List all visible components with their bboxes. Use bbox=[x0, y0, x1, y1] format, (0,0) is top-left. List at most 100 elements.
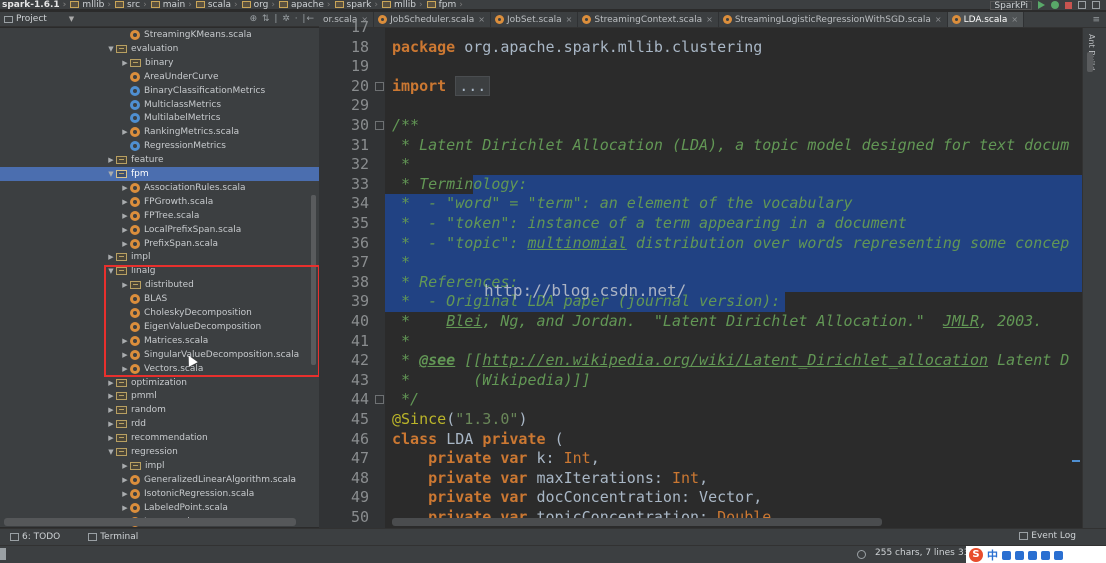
code-line[interactable]: * bbox=[392, 332, 410, 352]
editor-tab[interactable]: JobScheduler.scala × bbox=[374, 12, 491, 27]
breadcrumb-item[interactable]: main › bbox=[150, 0, 192, 9]
chevron-down-icon[interactable]: ▼ bbox=[106, 45, 116, 53]
project-structure-icon[interactable] bbox=[1078, 1, 1086, 9]
code-line[interactable]: */ bbox=[392, 390, 419, 410]
chevron-right-icon[interactable]: ▶ bbox=[120, 226, 130, 234]
breadcrumb-item[interactable]: mllib › bbox=[381, 0, 423, 9]
fold-doc-open-icon[interactable] bbox=[375, 121, 384, 130]
input-method-toolbar[interactable]: S 中 bbox=[966, 546, 1106, 563]
tree-item[interactable]: MultilabelMetrics bbox=[0, 111, 319, 125]
code-line[interactable]: * Blei, Ng, and Jordan. "Latent Dirichle… bbox=[392, 312, 1042, 332]
chevron-right-icon[interactable]: ▶ bbox=[120, 184, 130, 192]
tree-item[interactable]: RegressionMetrics bbox=[0, 139, 319, 153]
close-icon[interactable]: × bbox=[478, 15, 485, 24]
chevron-right-icon[interactable]: ▶ bbox=[120, 240, 130, 248]
breadcrumb-item[interactable]: spark-1.6.1 › bbox=[2, 0, 66, 9]
chevron-right-icon[interactable]: ▶ bbox=[106, 379, 116, 387]
run-icon[interactable] bbox=[1038, 1, 1045, 9]
todo-tab[interactable]: 6: TODO bbox=[10, 532, 60, 542]
chevron-right-icon[interactable]: ▶ bbox=[120, 212, 130, 220]
breadcrumb-item[interactable]: spark › bbox=[334, 0, 378, 9]
chevron-down-icon[interactable]: ▼ bbox=[106, 170, 116, 178]
code-line[interactable]: * (Wikipedia)]] bbox=[392, 371, 591, 391]
code-line[interactable]: class LDA private ( bbox=[392, 430, 564, 450]
tree-item[interactable]: ▶ optimization bbox=[0, 376, 319, 390]
chevron-right-icon[interactable]: ▶ bbox=[106, 406, 116, 414]
code-line[interactable]: * - "word" = "term": an element of the v… bbox=[392, 194, 853, 214]
moon-icon[interactable] bbox=[1002, 550, 1011, 560]
breadcrumb-item[interactable]: fpm › bbox=[426, 0, 463, 9]
tree-item[interactable]: ▶ FPGrowth.scala bbox=[0, 195, 319, 209]
tools-icon[interactable] bbox=[1054, 550, 1063, 560]
tree-horizontal-scrollbar[interactable] bbox=[4, 518, 296, 526]
code-editor[interactable]: package org.apache.spark.mllib.clusterin… bbox=[385, 28, 1082, 528]
code-line[interactable]: import ... bbox=[392, 75, 491, 97]
tree-item[interactable]: ▶ IsotonicRegression.scala bbox=[0, 487, 319, 501]
chevron-right-icon[interactable]: ▶ bbox=[120, 128, 130, 136]
code-line[interactable]: * bbox=[392, 253, 410, 273]
stop-icon[interactable] bbox=[1065, 1, 1072, 9]
punctuation-icon[interactable] bbox=[1015, 550, 1024, 560]
code-line[interactable]: /** bbox=[392, 116, 419, 136]
tree-item[interactable]: ▼ fpm bbox=[0, 167, 319, 181]
code-line[interactable]: * - "token": instance of a term appearin… bbox=[392, 214, 907, 234]
tree-item[interactable]: ▶ Vectors.scala bbox=[0, 362, 319, 376]
tree-item[interactable]: ▶ impl bbox=[0, 459, 319, 473]
tree-item[interactable]: ▶ binary bbox=[0, 56, 319, 70]
tab-list-icon[interactable]: ≡ bbox=[1086, 12, 1106, 27]
tree-item[interactable]: ▶ feature bbox=[0, 153, 319, 167]
chevron-right-icon[interactable]: ▶ bbox=[106, 420, 116, 428]
chevron-down-icon[interactable]: ▼ bbox=[69, 15, 74, 23]
fold-doc-close-icon[interactable] bbox=[375, 395, 384, 405]
tree-item[interactable]: ▶ random bbox=[0, 403, 319, 417]
tree-item[interactable]: ▼ linalg bbox=[0, 264, 319, 278]
tree-item[interactable]: BinaryClassificationMetrics bbox=[0, 84, 319, 98]
tree-item[interactable]: ▼ regression bbox=[0, 445, 319, 459]
chevron-right-icon[interactable]: ▶ bbox=[120, 198, 130, 206]
tree-scrollbar[interactable] bbox=[311, 195, 316, 365]
editor-scrollbar-thumb[interactable] bbox=[1087, 52, 1093, 72]
code-line[interactable]: * @see [[http://en.wikipedia.org/wiki/La… bbox=[392, 351, 1069, 371]
code-token[interactable]: ... bbox=[455, 75, 491, 96]
tree-item[interactable]: ▶ pmml bbox=[0, 389, 319, 403]
code-line[interactable]: * Terminology: bbox=[392, 175, 527, 195]
editor-tab[interactable]: LDA.scala × bbox=[947, 12, 1025, 27]
project-panel-title[interactable]: Project bbox=[16, 14, 47, 24]
error-stripe-marker[interactable] bbox=[1072, 460, 1080, 462]
terminal-tab[interactable]: Terminal bbox=[88, 532, 138, 542]
chevron-right-icon[interactable]: ▶ bbox=[120, 476, 130, 484]
keyboard-icon[interactable] bbox=[1028, 550, 1037, 560]
editor-tab[interactable]: JobSet.scala × bbox=[491, 12, 579, 27]
close-icon[interactable]: × bbox=[1011, 15, 1018, 24]
tree-item[interactable]: CholeskyDecomposition bbox=[0, 306, 319, 320]
code-line[interactable]: private var k: Int, bbox=[392, 449, 600, 469]
tree-item[interactable]: StreamingKMeans.scala bbox=[0, 28, 319, 42]
code-line[interactable]: * - "topic": multinomial distribution ov… bbox=[392, 234, 1069, 254]
chevron-right-icon[interactable]: ▶ bbox=[120, 365, 130, 373]
debug-icon[interactable] bbox=[1051, 1, 1059, 9]
tree-item[interactable]: ▶ rdd bbox=[0, 417, 319, 431]
code-line[interactable]: private var maxIterations: Int, bbox=[392, 469, 708, 489]
search-icon[interactable] bbox=[1092, 1, 1100, 9]
tree-item[interactable]: ▶ distributed bbox=[0, 278, 319, 292]
tree-item[interactable]: EigenValueDecomposition bbox=[0, 320, 319, 334]
chevron-right-icon[interactable]: ▶ bbox=[120, 337, 130, 345]
project-tree[interactable]: StreamingKMeans.scala ▼ evaluation ▶ binary A… bbox=[0, 28, 319, 527]
editor-tab[interactable]: StreamingContext.scala × bbox=[578, 12, 719, 27]
tree-item[interactable]: BLAS bbox=[0, 292, 319, 306]
tree-item[interactable]: ▶ PrefixSpan.scala bbox=[0, 237, 319, 251]
chevron-right-icon[interactable]: ▶ bbox=[106, 253, 116, 261]
ime-language[interactable]: 中 bbox=[987, 547, 998, 563]
editor-tab[interactable]: StreamingLogisticRegressionWithSGD.scala… bbox=[719, 12, 948, 27]
breadcrumb-item[interactable]: scala › bbox=[195, 0, 238, 9]
chevron-right-icon[interactable]: ▶ bbox=[120, 351, 130, 359]
tree-item[interactable]: ▶ AssociationRules.scala bbox=[0, 181, 319, 195]
lock-icon[interactable] bbox=[857, 550, 866, 559]
chevron-right-icon[interactable]: ▶ bbox=[106, 156, 116, 164]
event-log-tab[interactable]: Event Log bbox=[1019, 531, 1076, 541]
editor-horizontal-scrollbar[interactable] bbox=[392, 518, 882, 526]
chevron-right-icon[interactable]: ▶ bbox=[120, 281, 130, 289]
breadcrumb-item[interactable]: org › bbox=[241, 0, 275, 9]
run-configuration-select[interactable]: SparkPi bbox=[990, 0, 1032, 10]
tree-item[interactable]: ▶ impl bbox=[0, 250, 319, 264]
